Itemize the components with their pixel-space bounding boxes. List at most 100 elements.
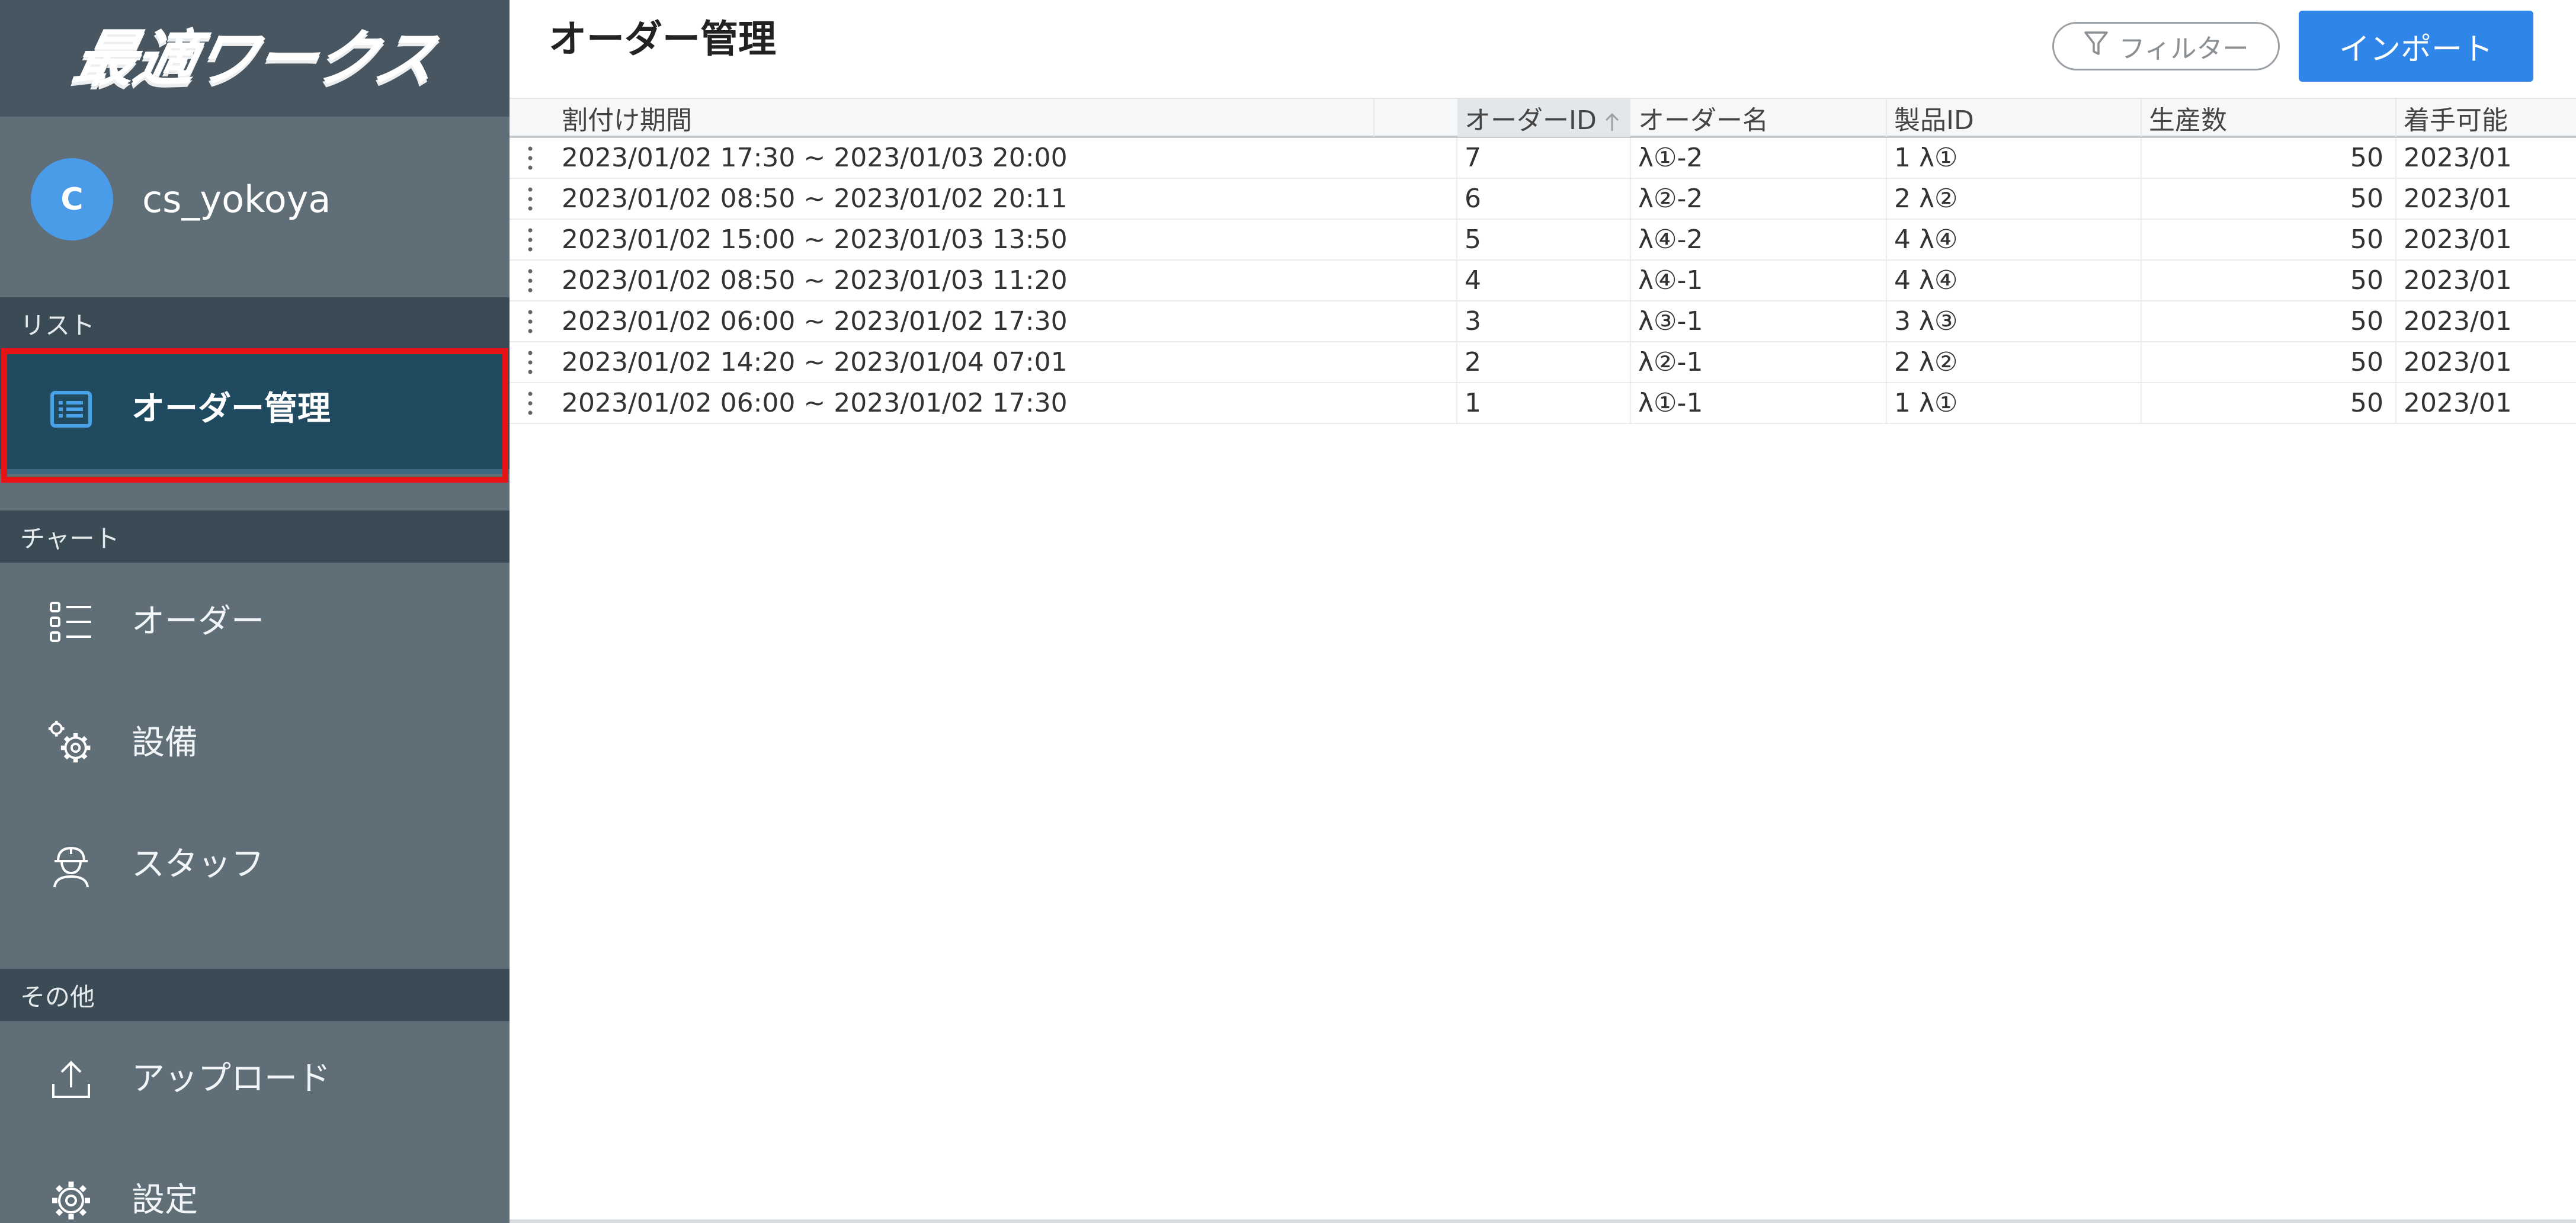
import-button[interactable]: インポート [2299,11,2533,82]
table-row[interactable]: 2023/01/02 08:50 ~ 2023/01/03 11:20 4 λ④… [510,261,2576,301]
column-header-period[interactable]: 割付け期間 [557,99,1374,137]
cell-order-name: λ①-1 [1631,383,1887,423]
cell-start-available: 2023/01 [2404,388,2512,418]
cell-order-name: λ①-2 [1631,138,1887,178]
cell-period: 2023/01/02 14:20 ~ 2023/01/04 07:01 [557,342,1457,382]
cell-period: 2023/01/02 17:30 ~ 2023/01/03 20:00 [557,138,1457,178]
section-header-other: その他 [0,969,510,1021]
cell-quantity: 50 [2142,342,2396,382]
cell-quantity: 50 [2142,138,2396,178]
cell-order-name: λ②-2 [1631,179,1887,219]
cell-quantity: 50 [2142,383,2396,423]
sidebar-item-label: アップロード [132,1060,331,1098]
cell-product-id: 2 λ② [1887,179,2142,219]
cell-order-id: 6 [1457,179,1631,219]
worker-icon [47,841,95,888]
gears-icon [47,720,95,767]
cell-order-id: 4 [1457,261,1631,300]
drag-handle-icon[interactable] [527,185,533,213]
table-row[interactable]: 2023/01/02 15:00 ~ 2023/01/03 13:50 5 λ④… [510,220,2576,261]
cell-order-id: 5 [1457,220,1631,259]
column-header-order-name[interactable]: オーダー名 [1631,99,1887,137]
username: cs_yokoya [142,178,331,221]
cell-start-available: 2023/01 [2404,347,2512,377]
table-row[interactable]: 2023/01/02 06:00 ~ 2023/01/02 17:30 3 λ③… [510,301,2576,342]
drag-handle-icon[interactable] [527,144,533,172]
bottom-divider [510,1219,2576,1223]
cell-product-id: 1 λ① [1887,138,2142,178]
column-header-product-id[interactable]: 製品ID [1887,99,2142,137]
order-table: 割付け期間 オーダーID オーダー名 製品ID 生産数 着手可能 2023/01… [510,98,2576,435]
section-header-list: リスト [0,297,510,349]
filter-label: フィルター [2119,34,2249,64]
cell-quantity: 50 [2142,220,2396,259]
sidebar-item-label: スタッフ [132,845,264,884]
list-icon [47,386,95,433]
cell-product-id: 4 λ④ [1887,220,2142,259]
column-header-quantity[interactable]: 生産数 [2142,99,2396,137]
table-row[interactable]: 2023/01/02 14:20 ~ 2023/01/04 07:01 2 λ②… [510,342,2576,383]
main-content: オーダー管理 フィルター インポート 割付け期間 オーダーID オーダー名 製品… [510,0,2576,1223]
column-header-order-id[interactable]: オーダーID [1457,99,1630,137]
cell-start-available: 2023/01 [2404,265,2512,296]
filter-icon [2083,29,2109,64]
cell-start-available: 2023/01 [2404,224,2512,255]
drag-handle-icon[interactable] [527,267,533,295]
app-logo[interactable]: 最適ワークス [67,23,443,95]
table-row[interactable]: 2023/01/02 17:30 ~ 2023/01/03 20:00 7 λ①… [510,138,2576,179]
table-header: 割付け期間 オーダーID オーダー名 製品ID 生産数 着手可能 [510,98,2576,138]
column-header-start-available[interactable]: 着手可能 [2396,99,2576,137]
sidebar-item-label: 設定 [132,1181,198,1219]
cell-order-name: λ③-1 [1631,301,1887,341]
sidebar-item-settings[interactable]: 設定 [0,1141,510,1223]
column-header-label: オーダーID [1465,105,1597,136]
cell-period: 2023/01/02 15:00 ~ 2023/01/03 13:50 [557,220,1457,259]
drag-handle-icon[interactable] [527,226,533,254]
cell-order-name: λ④-2 [1631,220,1887,259]
sidebar-item-order[interactable]: オーダー [0,563,510,681]
sidebar-item-label: オーダー [132,602,264,641]
cell-quantity: 50 [2142,261,2396,300]
cell-period: 2023/01/02 08:50 ~ 2023/01/03 11:20 [557,261,1457,300]
sidebar-item-equipment[interactable]: 設備 [0,684,510,803]
page-title: オーダー管理 [549,18,776,62]
cell-quantity: 50 [2142,179,2396,219]
cell-product-id: 2 λ② [1887,342,2142,382]
filter-button[interactable]: フィルター [2052,22,2280,70]
section-header-chart: チャート [0,511,510,563]
cell-period: 2023/01/02 06:00 ~ 2023/01/02 17:30 [557,301,1457,341]
sort-ascending-icon[interactable] [1603,108,1621,131]
upload-icon [47,1055,95,1103]
cell-order-name: λ②-1 [1631,342,1887,382]
cell-start-available: 2023/01 [2404,306,2512,336]
drag-handle-icon[interactable] [527,307,533,336]
gear-icon [47,1177,95,1223]
sidebar-item-label: 設備 [132,724,198,762]
drag-handle-icon[interactable] [527,389,533,418]
cell-product-id: 3 λ③ [1887,301,2142,341]
cell-start-available: 2023/01 [2404,184,2512,214]
user-block: C cs_yokoya [0,117,510,297]
table-row[interactable]: 2023/01/02 06:00 ~ 2023/01/02 17:30 1 λ①… [510,383,2576,424]
logo-bar: 最適ワークス [0,0,510,117]
cell-quantity: 50 [2142,301,2396,341]
sidebar-item-label: オーダー管理 [132,390,331,428]
cell-order-id: 2 [1457,342,1631,382]
cell-start-available: 2023/01 [2404,143,2512,173]
cell-order-id: 1 [1457,383,1631,423]
sidebar-item-staff[interactable]: スタッフ [0,805,510,924]
cell-order-id: 3 [1457,301,1631,341]
avatar[interactable]: C [31,158,113,240]
cell-order-id: 7 [1457,138,1631,178]
bullet-list-icon [47,598,95,646]
cell-product-id: 1 λ① [1887,383,2142,423]
table-row[interactable]: 2023/01/02 08:50 ~ 2023/01/02 20:11 6 λ②… [510,179,2576,220]
sidebar: 最適ワークス C cs_yokoya リスト オーダー管理 チャート オーダー … [0,0,510,1223]
sidebar-item-upload[interactable]: アップロード [0,1020,510,1138]
cell-product-id: 4 λ④ [1887,261,2142,300]
cell-order-name: λ④-1 [1631,261,1887,300]
sidebar-item-order-management[interactable]: オーダー管理 [0,349,510,474]
drag-handle-icon[interactable] [527,348,533,377]
cell-period: 2023/01/02 08:50 ~ 2023/01/02 20:11 [557,179,1457,219]
cell-period: 2023/01/02 06:00 ~ 2023/01/02 17:30 [557,383,1457,423]
